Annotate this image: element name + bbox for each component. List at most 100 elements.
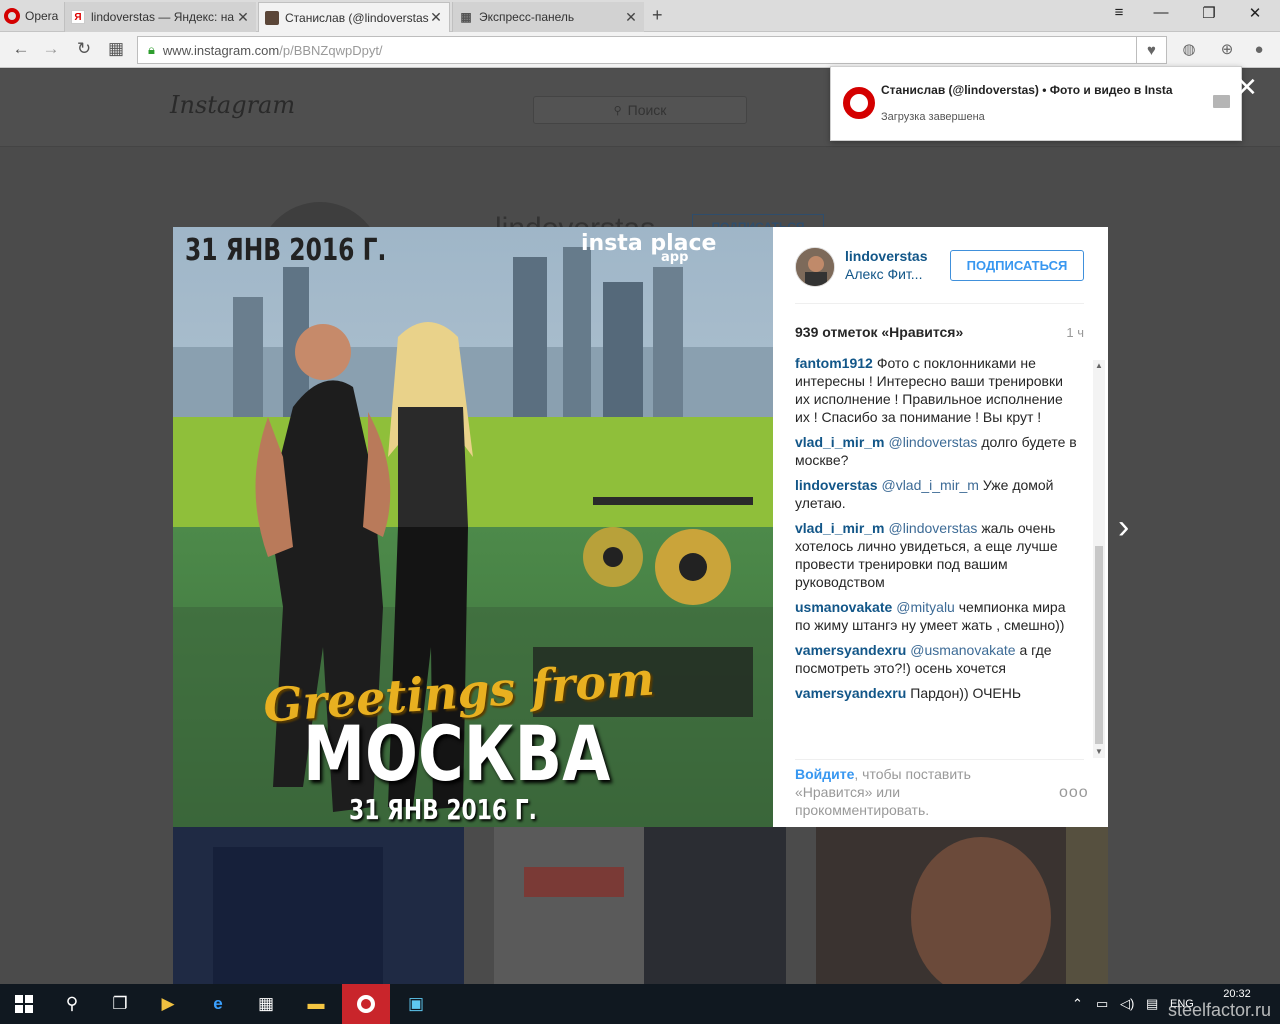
comment-mention[interactable]: @usmanovakate [910, 642, 1015, 658]
account-icon[interactable]: ● [1248, 38, 1270, 60]
comments-list[interactable]: fantom1912 Фото с поклонниками не интерес… [795, 354, 1092, 756]
post-time: 1 ч [1066, 325, 1084, 340]
download-notification[interactable]: Станислав (@lindoverstas) • Фото и видео… [830, 66, 1242, 141]
lock-icon: 🔒︎ [148, 42, 155, 57]
close-window-button[interactable]: ✕ [1240, 4, 1270, 22]
comment-mention[interactable]: @lindoverstas [889, 434, 978, 450]
comment-item: vamersyandexru @usmanovakate а где посмот… [795, 641, 1080, 677]
comment-user[interactable]: vamersyandexru [795, 685, 906, 701]
url-path: /p/BBNZqwpDpyt/ [279, 42, 383, 58]
author-avatar[interactable] [795, 247, 835, 287]
grid-photo-1-image [173, 827, 464, 984]
comments-scrollbar[interactable]: ▲ ▼ [1093, 360, 1105, 758]
file-explorer-icon[interactable]: ▬ [292, 984, 340, 1024]
tab-yandex[interactable]: Я lindoverstas — Яндекс: на ✕ [64, 2, 256, 32]
speed-dial-icon: ▦ [460, 10, 472, 24]
opera-menu-label: Opera [25, 9, 59, 23]
volume-icon[interactable]: ◁) [1120, 984, 1134, 1024]
comment-item: usmanovakate @mityalu чемпионка мира по ж… [795, 598, 1080, 634]
open-folder-icon[interactable] [1213, 95, 1230, 108]
author-username[interactable]: lindoverstas [845, 248, 927, 264]
comment-mention[interactable]: @vlad_i_mir_m [881, 477, 978, 493]
reload-button[interactable]: ↻ [73, 38, 95, 60]
new-tab-button[interactable]: + [652, 5, 663, 26]
download-status: Загрузка завершена [881, 111, 985, 123]
post-photo[interactable]: 31 ЯНВ 2016 Г. insta place app Greetings… [173, 227, 773, 827]
follow-button[interactable]: ПОДПИСАТЬСЯ [950, 250, 1084, 281]
close-tab-icon[interactable]: ✕ [429, 9, 443, 26]
likes-count[interactable]: 939 отметок «Нравится» [795, 324, 963, 340]
speed-dial-grid-icon[interactable]: ▦ [105, 38, 127, 60]
clock[interactable]: 20:32 [1214, 988, 1260, 1000]
tab-title: Экспресс-панель [479, 10, 575, 24]
search-placeholder: Поиск [627, 102, 667, 118]
comment-item: vlad_i_mir_m @lindoverstas жаль очень хот… [795, 519, 1080, 591]
grid-photo-2-image [494, 827, 786, 984]
tab-title: Станислав (@lindoverstas [285, 10, 429, 25]
opera-taskbar-icon[interactable] [342, 984, 390, 1024]
edge-browser-icon[interactable]: e [194, 984, 242, 1024]
watermark: steelfactor.ru [1168, 1000, 1272, 1020]
comment-user[interactable]: vamersyandexru [795, 642, 906, 658]
notifications-icon[interactable]: ▤ [1146, 984, 1158, 1024]
comment-user[interactable]: usmanovakate [795, 599, 892, 615]
divider [795, 303, 1084, 304]
close-tab-icon[interactable]: ✕ [236, 9, 250, 26]
search-taskbar-icon[interactable]: ⚲ [48, 984, 96, 1024]
post-modal: 31 ЯНВ 2016 Г. insta place app Greetings… [173, 227, 1108, 827]
opera-logo-icon [843, 87, 875, 119]
comment-item: fantom1912 Фото с поклонниками не интерес… [795, 354, 1080, 426]
comment-user[interactable]: vlad_i_mir_m [795, 434, 885, 450]
next-post-arrow-icon[interactable]: › [1118, 510, 1129, 544]
grid-photo-2[interactable] [494, 827, 786, 984]
app-window-icon[interactable]: ▣ [392, 984, 440, 1024]
comment-user[interactable]: lindoverstas [795, 477, 877, 493]
maximize-button[interactable]: ❐ [1194, 4, 1224, 22]
bookmark-heart-icon[interactable]: ♥ [1137, 36, 1167, 64]
scroll-down-icon[interactable]: ▼ [1093, 746, 1105, 758]
post-location[interactable]: Алекс Фит... [845, 266, 922, 282]
browser-tab-bar: Opera Я lindoverstas — Яндекс: на ✕ Стан… [0, 0, 1280, 32]
scrollbar-thumb[interactable] [1095, 546, 1103, 744]
grid-photo-1[interactable] [173, 827, 464, 984]
comment-mention[interactable]: @mityalu [896, 599, 955, 615]
comment-mention[interactable]: @lindoverstas [889, 520, 978, 536]
network-icon[interactable]: ▭ [1096, 984, 1108, 1024]
comment-user[interactable]: vlad_i_mir_m [795, 520, 885, 536]
grid-photo-3[interactable] [816, 827, 1108, 984]
downloads-icon[interactable]: ⊕ [1216, 38, 1238, 60]
address-field[interactable]: 🔒︎ www.instagram.com/p/BBNZqwpDpyt/ [137, 36, 1137, 64]
login-link[interactable]: Войдите [795, 766, 854, 782]
close-modal-icon[interactable]: ✕ [1236, 74, 1258, 100]
tab-menu-icon[interactable]: ≡ [1104, 4, 1134, 21]
start-button[interactable] [0, 984, 48, 1024]
store-icon[interactable]: ▦ [242, 984, 290, 1024]
scroll-up-icon[interactable]: ▲ [1093, 360, 1105, 372]
windows-taskbar: ⚲ ❐ ▶ e ▦ ▬ ▣ ⌃ ▭ ◁) ▤ ENG 20:32 [0, 984, 1280, 1024]
show-hidden-icons[interactable]: ⌃ [1072, 984, 1083, 1024]
close-tab-icon[interactable]: ✕ [624, 9, 638, 26]
forward-button[interactable]: → [40, 38, 62, 60]
yandex-icon: Я [71, 10, 85, 24]
back-button[interactable]: ← [10, 38, 32, 60]
more-options-icon[interactable]: ооо [1059, 784, 1089, 802]
opera-logo-icon [357, 995, 375, 1013]
divider [795, 759, 1084, 760]
search-icon: ⚲ [613, 104, 622, 117]
photo-brand-label: insta place [581, 231, 717, 256]
download-title: Станислав (@lindoverstas) • Фото и видео… [881, 83, 1173, 97]
task-view-icon[interactable]: ❐ [96, 984, 144, 1024]
tab-instagram[interactable]: Станислав (@lindoverstas ✕ [258, 2, 450, 32]
comment-user[interactable]: fantom1912 [795, 355, 873, 371]
tab-title: lindoverstas — Яндекс: на [91, 10, 235, 24]
media-player-icon[interactable]: ▶ [144, 984, 192, 1024]
instagram-logo[interactable]: Instagram [170, 91, 295, 119]
post-sidebar: lindoverstas Алекс Фит... ПОДПИСАТЬСЯ 93… [773, 227, 1108, 827]
tab-speed-dial[interactable]: ▦ Экспресс-панель ✕ [452, 2, 644, 32]
photo-date-top: 31 ЯНВ 2016 Г. [185, 233, 387, 268]
windows-logo-icon [15, 995, 33, 1013]
search-input[interactable]: ⚲ Поиск [533, 96, 747, 124]
opera-menu-button[interactable]: Opera [0, 0, 62, 32]
minimize-button[interactable]: — [1146, 4, 1176, 21]
vpn-globe-icon[interactable]: ◍ [1178, 38, 1200, 60]
